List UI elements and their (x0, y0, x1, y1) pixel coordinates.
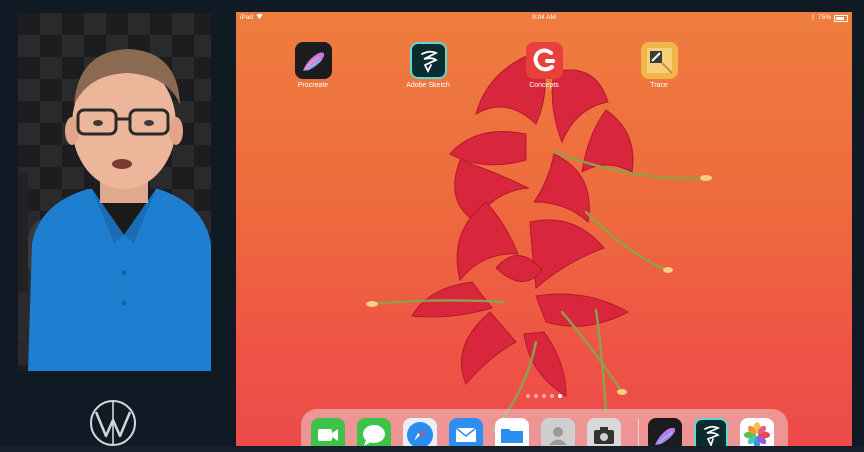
video-frame: iPad 9:04 AM ᛒ 75% Procreate Adobe Sketc… (0, 0, 864, 452)
bluetooth-icon: ᛒ (811, 14, 815, 21)
battery-level (836, 16, 844, 20)
app-procreate[interactable]: Procreate (283, 42, 343, 89)
trace-icon (640, 42, 678, 79)
page-dot[interactable] (534, 394, 538, 398)
app-trace[interactable]: Trace (629, 42, 689, 89)
page-dot[interactable] (550, 394, 554, 398)
webcam-panel (18, 13, 211, 371)
status-time: 9:04 AM (532, 14, 556, 21)
page-dot[interactable] (558, 394, 562, 398)
ipad-home-screen: iPad 9:04 AM ᛒ 75% Procreate Adobe Sketc… (236, 12, 852, 452)
bottom-band (0, 446, 864, 452)
page-indicator[interactable] (236, 394, 852, 398)
battery-icon (834, 14, 848, 22)
app-label: Concepts (529, 82, 559, 89)
page-dot[interactable] (542, 394, 546, 398)
app-label: Adobe Sketch (406, 82, 450, 89)
app-label: Trace (650, 82, 668, 89)
procreate-icon (294, 42, 332, 79)
app-label: Procreate (297, 82, 329, 89)
app-concepts[interactable]: Concepts (514, 42, 574, 89)
app-adobe-sketch[interactable]: Adobe Sketch (398, 42, 458, 89)
adobe-sketch-icon (409, 42, 447, 79)
presenter-webcam (18, 49, 211, 371)
page-dot[interactable] (526, 394, 530, 398)
w-monogram-logo (90, 400, 136, 446)
battery-percent: 75% (817, 14, 831, 21)
concepts-icon (525, 42, 563, 79)
status-bar: iPad 9:04 AM ᛒ 75% (236, 12, 852, 24)
